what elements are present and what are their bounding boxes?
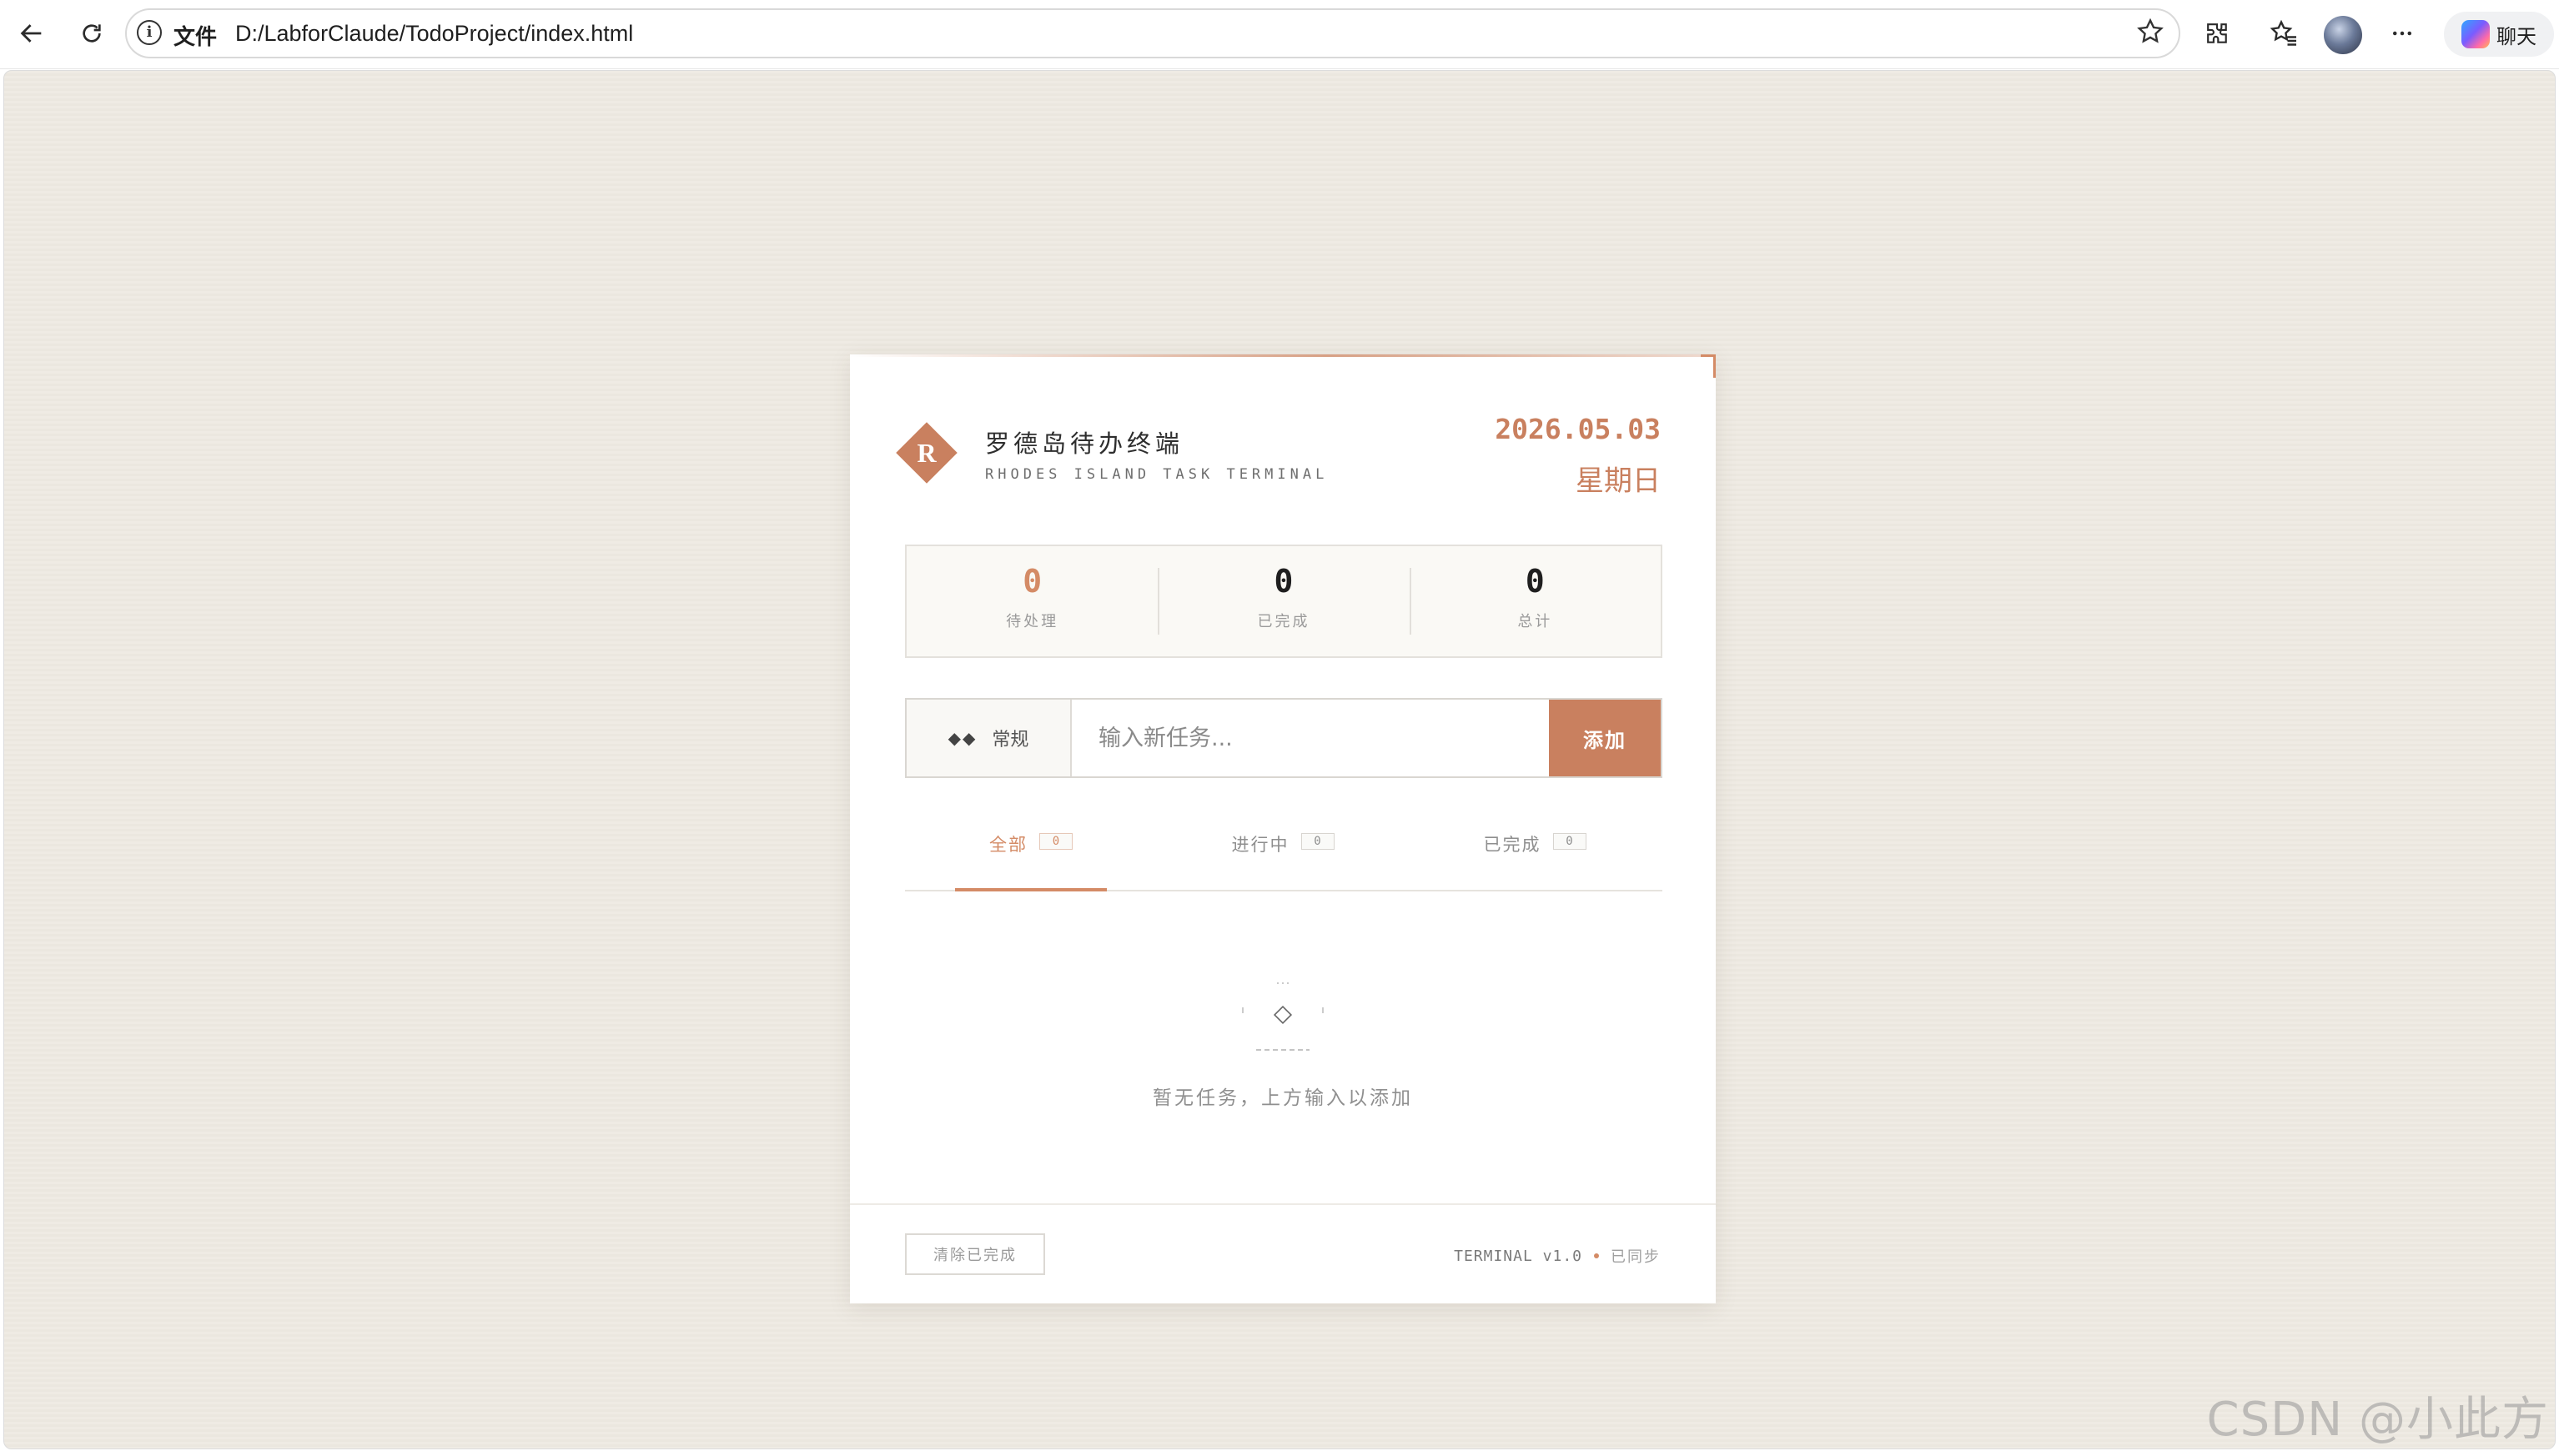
stat-pending: 0 待处理: [907, 546, 1158, 656]
stat-done-value: 0: [1274, 563, 1294, 600]
stat-total: 0 总计: [1409, 546, 1661, 656]
copilot-icon: [2461, 20, 2490, 48]
stat-done: 0 已完成: [1158, 546, 1409, 656]
sync-status: 已同步: [1611, 1248, 1661, 1266]
tab-in-progress-label: 进行中: [1231, 835, 1290, 855]
browser-toolbar: i 文件 D:/LabforClaude/TodoProject/index.h…: [0, 0, 2559, 69]
tab-all[interactable]: 全部 0: [905, 828, 1157, 891]
stat-done-label: 已完成: [1257, 612, 1310, 630]
current-date: 2026.05.03: [1495, 413, 1661, 445]
todo-card: R 罗德岛待办终端 RHODES ISLAND TASK TERMINAL 20…: [850, 354, 1716, 1303]
watermark-text: CSDN @小此方: [2206, 1393, 2549, 1447]
tab-in-progress-count: 0: [1300, 833, 1335, 850]
priority-label: 常规: [992, 730, 1029, 751]
reload-icon[interactable]: [73, 15, 110, 52]
empty-state-icon: [1242, 982, 1324, 1051]
stat-total-value: 0: [1525, 563, 1545, 600]
logo-letter: R: [917, 438, 937, 468]
empty-state-text: 暂无任务，上方输入以添加: [1153, 1087, 1413, 1109]
stat-pending-value: 0: [1023, 563, 1043, 600]
card-accent-line: [850, 354, 1716, 357]
url-text[interactable]: D:/LabforClaude/TodoProject/index.html: [235, 21, 633, 47]
favorites-icon[interactable]: [2265, 15, 2302, 52]
more-options-icon[interactable]: [2384, 15, 2421, 52]
stat-total-label: 总计: [1517, 612, 1553, 630]
page-viewport: R 罗德岛待办终端 RHODES ISLAND TASK TERMINAL 20…: [3, 70, 2556, 1449]
current-weekday: 星期日: [1576, 464, 1661, 498]
info-icon[interactable]: i: [137, 20, 162, 45]
favorite-star-icon[interactable]: [2135, 17, 2165, 53]
app-subtitle: RHODES ISLAND TASK TERMINAL: [985, 466, 1329, 483]
priority-diamond-icon: ◆◆: [948, 728, 978, 748]
new-task-row: ◆◆ 常规 添加: [905, 698, 1662, 778]
address-bar[interactable]: i 文件 D:/LabforClaude/TodoProject/index.h…: [125, 8, 2180, 58]
stats-panel: 0 待处理 0 已完成 0 总计: [905, 545, 1662, 658]
file-scheme-label: 文件: [173, 25, 218, 50]
tab-all-label: 全部: [989, 835, 1028, 855]
copilot-chat-button[interactable]: 聊天: [2444, 12, 2554, 57]
tab-completed[interactable]: 已完成 0: [1409, 828, 1661, 890]
clear-completed-button[interactable]: 清除已完成: [905, 1233, 1045, 1275]
tab-completed-label: 已完成: [1483, 835, 1541, 855]
back-arrow-icon[interactable]: [13, 15, 50, 52]
app-title: 罗德岛待办终端: [985, 429, 1184, 458]
card-footer: 清除已完成 TERMINAL v1.0 已同步: [850, 1203, 1716, 1303]
sync-dot-icon: [1594, 1253, 1599, 1258]
tab-completed-count: 0: [1552, 833, 1586, 850]
profile-avatar[interactable]: [2324, 16, 2362, 54]
chat-label: 聊天: [2496, 24, 2536, 48]
tab-in-progress[interactable]: 进行中 0: [1157, 828, 1409, 890]
priority-select[interactable]: ◆◆ 常规: [907, 700, 1072, 776]
version-label: TERMINAL v1.0: [1454, 1247, 1582, 1265]
footer-status: TERMINAL v1.0 已同步: [1454, 1245, 1661, 1267]
extensions-icon[interactable]: [2199, 15, 2235, 52]
add-task-button[interactable]: 添加: [1549, 700, 1661, 776]
corner-bracket: [1701, 354, 1716, 378]
filter-tabs: 全部 0 进行中 0 已完成 0: [905, 828, 1662, 891]
new-task-input[interactable]: [1072, 700, 1549, 776]
tab-all-count: 0: [1039, 833, 1073, 850]
stat-pending-label: 待处理: [1006, 612, 1059, 630]
